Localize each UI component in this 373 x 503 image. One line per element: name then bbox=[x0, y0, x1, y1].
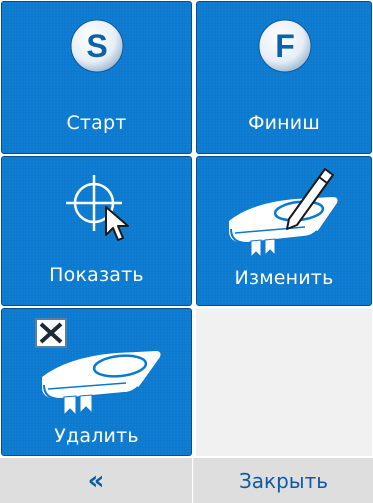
delete-label: Удалить bbox=[54, 425, 139, 447]
book-pencil-icon bbox=[221, 163, 351, 261]
crosshair-cursor-icon bbox=[60, 167, 140, 247]
back-button[interactable]: « bbox=[0, 458, 193, 503]
close-button[interactable]: Закрыть bbox=[194, 458, 373, 503]
delete-button[interactable]: Удалить bbox=[1, 308, 192, 456]
show-label: Показать bbox=[49, 264, 144, 286]
double-chevron-left-icon: « bbox=[87, 465, 105, 496]
start-letter: S bbox=[86, 28, 107, 64]
start-button[interactable]: S Старт bbox=[1, 1, 192, 154]
start-label: Старт bbox=[66, 112, 127, 134]
letter-f-circle-icon: F bbox=[255, 16, 315, 76]
empty-panel bbox=[196, 308, 372, 456]
close-label: Закрыть bbox=[238, 468, 329, 493]
finish-label: Финиш bbox=[248, 112, 320, 134]
letter-s-circle-icon: S bbox=[67, 16, 127, 76]
show-button[interactable]: Показать bbox=[1, 156, 192, 306]
edit-label: Изменить bbox=[234, 267, 334, 289]
edit-button[interactable]: Изменить bbox=[196, 156, 372, 306]
finish-letter: F bbox=[275, 28, 295, 64]
book-delete-icon bbox=[28, 313, 178, 421]
finish-button[interactable]: F Финиш bbox=[196, 1, 372, 154]
